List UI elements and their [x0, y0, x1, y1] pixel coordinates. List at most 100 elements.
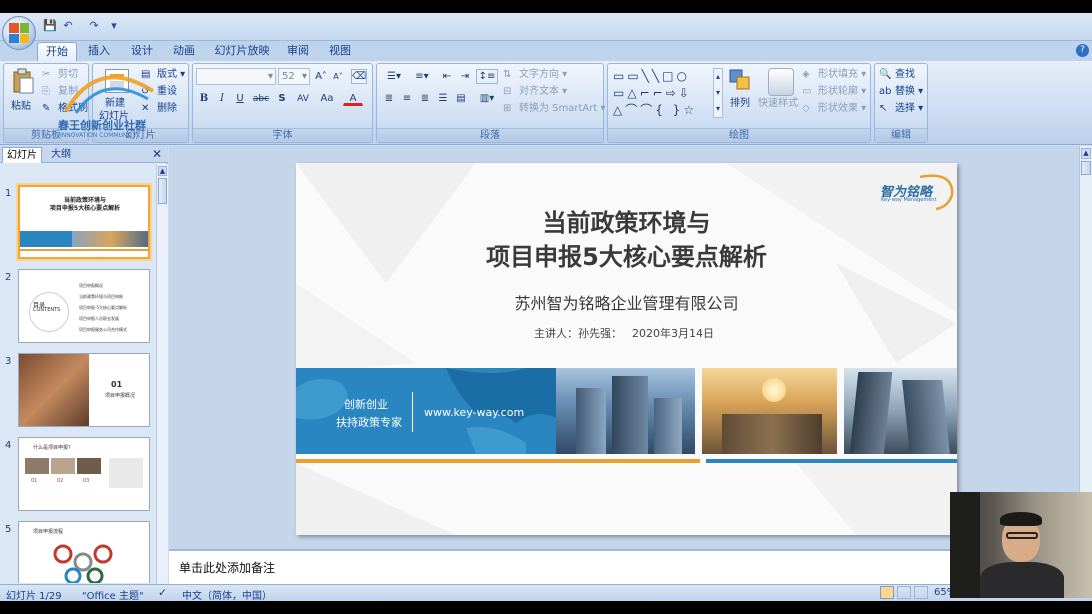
strikethrough-button[interactable]: abc [250, 91, 272, 106]
font-size-combo[interactable]: 52 ▾ [278, 68, 310, 85]
tab-review[interactable]: 审阅 [280, 42, 316, 61]
banner-url: www.key-way.com [424, 406, 525, 419]
paste-icon[interactable] [11, 68, 35, 96]
shrink-font-button[interactable]: A˅ [330, 69, 346, 84]
align-text-icon: ⊟ [503, 86, 512, 97]
panel-scrollbar[interactable]: ▲ [156, 164, 168, 584]
distribute-icon[interactable]: ▤ [453, 91, 469, 106]
arrange-button[interactable]: 排列 [730, 97, 750, 111]
thumb-image [25, 458, 49, 474]
community-watermark: 春王创新创业社群 INNOVATION COMMUNITY [58, 61, 168, 143]
outline-icon: ▭ [802, 86, 812, 97]
slide-thumbnail-5[interactable]: 项目申报流程 [18, 521, 150, 583]
thumb-textbox [109, 458, 143, 488]
fill-icon: ◈ [802, 69, 810, 80]
slide-company[interactable]: 苏州智为铭略企业管理有限公司 [296, 290, 957, 314]
align-left-icon[interactable]: ≣ [381, 91, 397, 106]
spellcheck-icon[interactable]: ✓ [158, 586, 167, 599]
cursor-icon: ↖ [879, 103, 888, 114]
undo-icon[interactable]: ↶ [60, 19, 76, 33]
webcam-door [950, 492, 980, 598]
replace-button[interactable]: ab 替换 ▾ [879, 85, 923, 99]
font-name-combo[interactable]: ▾ [196, 68, 276, 85]
thumb-col: 03 [83, 478, 90, 484]
justify-icon[interactable]: ☰ [435, 91, 451, 106]
slide-thumbnail-3[interactable]: 01 项目申报概况 [18, 353, 150, 427]
save-icon[interactable]: 💾 [42, 19, 58, 33]
title-bar: 💾 ↶ ↷ ▾ [0, 13, 1092, 41]
slide-date[interactable]: 2020年3月14日 [632, 325, 714, 341]
redo-icon[interactable]: ↷ [86, 19, 102, 33]
bullets-icon[interactable]: ☰▾ [381, 69, 407, 84]
grow-font-button[interactable]: A˄ [313, 69, 329, 84]
close-icon[interactable]: ✕ [152, 147, 162, 161]
italic-button[interactable]: I [214, 91, 230, 106]
change-case-button[interactable]: Aa [316, 91, 338, 106]
find-button[interactable]: 🔍 查找 [879, 68, 915, 82]
status-language: 中文（简体，中国） [182, 591, 272, 601]
tab-slideshow[interactable]: 幻灯片放映 [210, 42, 274, 61]
photo-skyscrapers-2 [844, 368, 957, 454]
office-button[interactable] [2, 16, 36, 50]
drawing-group: ▭▭╲╲□○ ▭△⌐⌐⇨⇩ △⌒⌒{ }☆ ▴ ▾ ▾ 排列 快速样式 ◈ 形状填充 ▾ … [607, 63, 871, 143]
paste-button[interactable]: 粘贴 [11, 100, 31, 114]
tab-home[interactable]: 开始 [37, 42, 77, 61]
notes-placeholder[interactable]: 单击此处添加备注 [179, 559, 275, 576]
shadow-button[interactable]: S [274, 91, 290, 106]
notes-pane[interactable]: 单击此处添加备注 [169, 549, 1079, 584]
shape-effects-button[interactable]: ◇ 形状效果 ▾ [802, 102, 866, 116]
shape-fill-button[interactable]: ◈ 形状填充 ▾ [802, 68, 866, 82]
line-spacing-icon[interactable]: ↕≡ [476, 69, 498, 84]
tab-view[interactable]: 视图 [322, 42, 358, 61]
view-buttons[interactable] [880, 586, 930, 600]
slide-title-line2[interactable]: 项目申报5大核心要点解析 [296, 241, 957, 273]
align-right-icon[interactable]: ≣ [417, 91, 433, 106]
numbering-icon[interactable]: ≡▾ [409, 69, 435, 84]
decrease-indent-icon[interactable]: ⇤ [439, 69, 455, 84]
customize-qat-icon[interactable]: ▾ [106, 19, 122, 33]
thumb-title: 项目申报5大核心要点解析 [49, 205, 121, 212]
sorter-view-icon[interactable] [897, 586, 912, 599]
underline-button[interactable]: U [232, 91, 248, 106]
tab-slides[interactable]: 幻灯片 [2, 147, 42, 163]
webcam-hair [1000, 512, 1042, 526]
shape-outline-button[interactable]: ▭ 形状轮廓 ▾ [802, 85, 866, 99]
select-button[interactable]: ↖ 选择 ▾ [879, 102, 923, 116]
normal-view-icon[interactable] [880, 586, 894, 599]
slide-thumbnail-1[interactable]: 当前政策环境与 项目申报5大核心要点解析 [18, 185, 150, 259]
text-direction-button[interactable]: ⇅ 文字方向 ▾ [503, 68, 567, 82]
slide-number: 2 [5, 272, 12, 283]
quick-styles-button[interactable]: 快速样式 [758, 97, 798, 111]
columns-icon[interactable]: ▥▾ [476, 91, 498, 106]
arrange-icon[interactable] [728, 68, 754, 96]
slide-title-line1[interactable]: 当前政策环境与 [296, 207, 957, 239]
thumb-gears [53, 544, 113, 583]
help-icon[interactable]: ? [1076, 44, 1089, 57]
banner-divider [412, 392, 413, 432]
align-text-button[interactable]: ⊟ 对齐文本 ▾ [503, 85, 567, 99]
slideshow-view-icon[interactable] [914, 586, 929, 599]
tab-design[interactable]: 设计 [124, 42, 160, 61]
shapes-more-icon[interactable]: ▴ ▾ ▾ [713, 68, 723, 118]
shapes-gallery[interactable]: ▭▭╲╲□○ ▭△⌐⌐⇨⇩ △⌒⌒{ }☆ [613, 68, 713, 122]
font-label: 字体 [193, 128, 372, 142]
dropdown-icon: ▾ [301, 71, 307, 82]
tab-insert[interactable]: 插入 [82, 42, 116, 61]
align-center-icon[interactable]: ≡ [399, 91, 415, 106]
quick-styles-icon[interactable] [768, 68, 794, 96]
dropdown-icon: ▾ [267, 71, 273, 82]
tab-outline[interactable]: 大纲 [44, 147, 78, 163]
bold-button[interactable]: B [196, 91, 212, 106]
thumb-stripe [20, 249, 148, 251]
increase-indent-icon[interactable]: ⇥ [457, 69, 473, 84]
slide-thumbnail-4[interactable]: 什么是项目申报? 01 02 03 [18, 437, 150, 511]
thumb-photo [19, 354, 89, 426]
font-color-button[interactable]: A [343, 91, 363, 106]
slide-thumbnail-2[interactable]: 目录 CONTENTS 项目申报概况 当前政策环境与项目申报 项目申报-5大核心… [18, 269, 150, 343]
slide-presenter[interactable]: 主讲人：孙先强： [534, 325, 622, 341]
tab-animation[interactable]: 动画 [166, 42, 202, 61]
smartart-button[interactable]: ⊞ 转换为 SmartArt ▾ [503, 102, 606, 116]
clear-format-icon[interactable]: ⌫ [351, 69, 367, 84]
char-spacing-button[interactable]: AV [292, 91, 314, 106]
current-slide[interactable]: 智为铭略 Key-way Management 当前政策环境与 项目申报5大核心… [296, 163, 957, 535]
